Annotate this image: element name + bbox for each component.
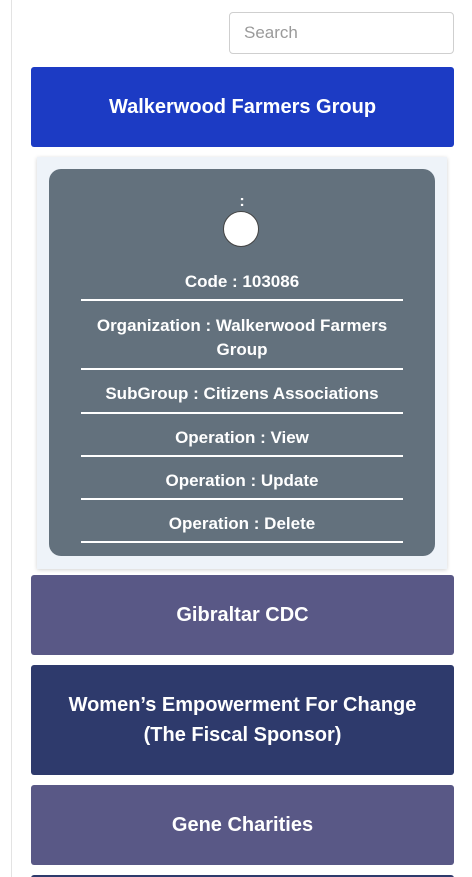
organization-card-gene-charities[interactable]: Gene Charities	[31, 785, 454, 865]
organization-card-label: Walkerwood Farmers Group	[108, 96, 377, 118]
detail-subgroup: SubGroup : Citizens Associations	[81, 382, 403, 414]
organization-card-walkerwood[interactable]: Walkerwood Farmers Group	[31, 67, 454, 147]
organization-card-label: Gene Charities	[171, 814, 314, 836]
organization-card-label: Gibraltar CDC	[176, 604, 309, 626]
organization-detail-card: : Code : 103086 Organization : Walkerwoo…	[49, 169, 435, 556]
operation-delete-link[interactable]: Operation : Delete	[81, 512, 403, 543]
detail-organization: Organization : Walkerwood Farmers Group	[81, 314, 403, 370]
operation-view-link[interactable]: Operation : View	[81, 426, 403, 457]
profile-placeholder-icon	[223, 211, 259, 247]
left-divider	[11, 0, 12, 877]
organization-card-label: Women’s Empowerment For Change (The Fisc…	[68, 694, 417, 746]
page: Walkerwood Farmers Group : Code : 103086…	[0, 0, 472, 877]
detail-name-separator: :	[239, 193, 245, 210]
search-input[interactable]	[229, 12, 454, 54]
detail-code: Code : 103086	[81, 270, 403, 301]
organization-detail-panel: : Code : 103086 Organization : Walkerwoo…	[37, 157, 447, 569]
operation-update-link[interactable]: Operation : Update	[81, 469, 403, 500]
organization-card-gibraltar[interactable]: Gibraltar CDC	[31, 575, 454, 655]
organization-card-womens-empowerment[interactable]: Women’s Empowerment For Change (The Fisc…	[31, 665, 454, 775]
